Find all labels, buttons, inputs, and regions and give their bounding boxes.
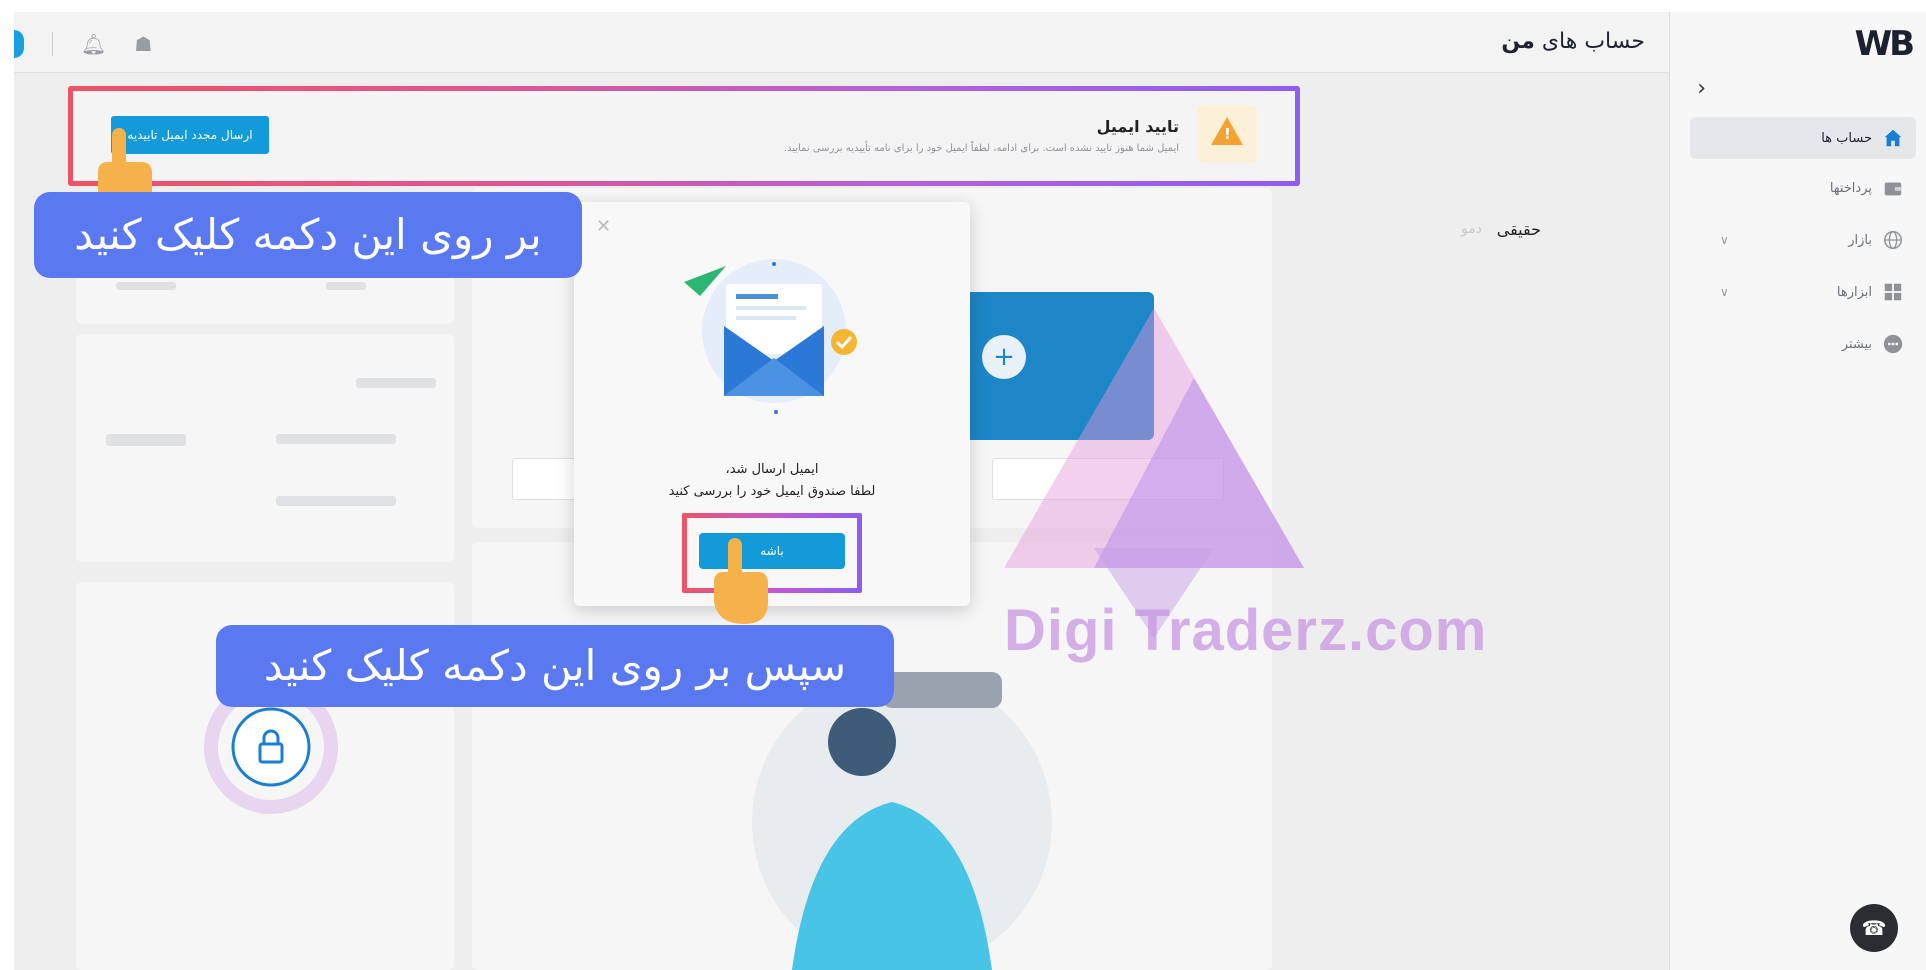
- top-bar: 🔔︎ ☗ حساب های من: [14, 12, 1670, 73]
- placeholder-line: [356, 378, 436, 388]
- logo: WB: [1854, 24, 1915, 64]
- sidebar-item-market[interactable]: بازار ∨: [1690, 219, 1916, 261]
- chevron-down-icon: ∨: [1720, 233, 1729, 247]
- divider: [52, 32, 53, 56]
- grid-icon: [1884, 283, 1902, 301]
- logo-text: WB: [1854, 24, 1915, 64]
- home-icon: [1884, 129, 1902, 147]
- globe-icon: [1884, 231, 1902, 249]
- sidebar-item-label: پرداختها: [1829, 180, 1872, 196]
- headset-icon: ☎: [1861, 916, 1887, 940]
- watermark-logo: [1004, 308, 1304, 638]
- wallet-icon: [1884, 182, 1902, 196]
- alert-highlight: ! تایید ایمیل ایمیل شما هنوز تایید نشده …: [68, 86, 1300, 186]
- gift-icon[interactable]: ☗: [134, 32, 152, 56]
- page-title-prefix: حساب های: [1541, 29, 1645, 54]
- sidebar-item-tools[interactable]: ابزارها ∨: [1690, 271, 1916, 313]
- pointing-hand-icon: [714, 538, 768, 624]
- support-chat-button[interactable]: ☎: [1850, 904, 1898, 952]
- modal-message-line-2: لطفا صندوق ایمیل خود را بررسی کنید: [668, 484, 876, 499]
- placeholder-line: [106, 434, 186, 446]
- instruction-callout-first: بر روی این دکمه کلیک کنید: [34, 192, 582, 278]
- page-title: حساب های من: [1501, 29, 1645, 54]
- watermark-text: Digi Traderz.com: [1004, 598, 1488, 663]
- email-verification-alert: ! تایید ایمیل ایمیل شما هنوز تایید نشده …: [73, 91, 1295, 181]
- sidebar-item-label: بیشتر: [1841, 336, 1872, 352]
- chevron-down-icon: ∨: [1720, 285, 1729, 299]
- top-icons: 🔔︎ ☗: [14, 30, 152, 58]
- app-window: 🔔︎ ☗ حساب های من WB › حساب ها پرداختها ب…: [14, 12, 1926, 970]
- placeholder-line: [326, 282, 366, 290]
- sidebar-item-label: حساب ها: [1821, 130, 1872, 146]
- placeholder-line: [276, 496, 396, 506]
- alert-description: ایمیل شما هنوز تایید نشده است. برای ادام…: [783, 143, 1179, 154]
- placeholder-line: [116, 282, 176, 290]
- sidebar-item-more[interactable]: بیشتر: [1690, 323, 1916, 365]
- sidebar-item-payments[interactable]: پرداختها: [1690, 167, 1916, 209]
- alert-title: تایید ایمیل: [1096, 117, 1179, 136]
- instruction-callout-second: سپس بر روی این دکمه کلیک کنید: [216, 625, 894, 707]
- collapse-sidebar-button[interactable]: ›: [1697, 76, 1706, 101]
- sidebar: WB › حساب ها پرداختها بازار ∨ ابزارها ∨ …: [1669, 12, 1926, 970]
- bell-icon[interactable]: 🔔︎: [81, 32, 106, 56]
- email-sent-illustration: [684, 259, 857, 414]
- close-icon[interactable]: ✕: [596, 216, 611, 237]
- warning-icon-box: !: [1197, 105, 1257, 163]
- tab-real[interactable]: حقیقی: [1497, 220, 1541, 239]
- sidebar-item-accounts[interactable]: حساب ها: [1690, 117, 1916, 159]
- page-title-bold: من: [1501, 29, 1535, 54]
- background-card: [76, 334, 454, 562]
- sidebar-item-label: ابزارها: [1836, 284, 1872, 300]
- tab-demo[interactable]: دمو: [1461, 221, 1482, 237]
- sidebar-item-label: بازار: [1848, 232, 1872, 248]
- exclamation-mark: !: [1224, 125, 1231, 143]
- placeholder-line: [276, 434, 396, 444]
- modal-message-line-1: ایمیل ارسال شد،: [725, 462, 819, 477]
- more-icon: [1883, 334, 1903, 354]
- profile-indicator[interactable]: [14, 30, 24, 58]
